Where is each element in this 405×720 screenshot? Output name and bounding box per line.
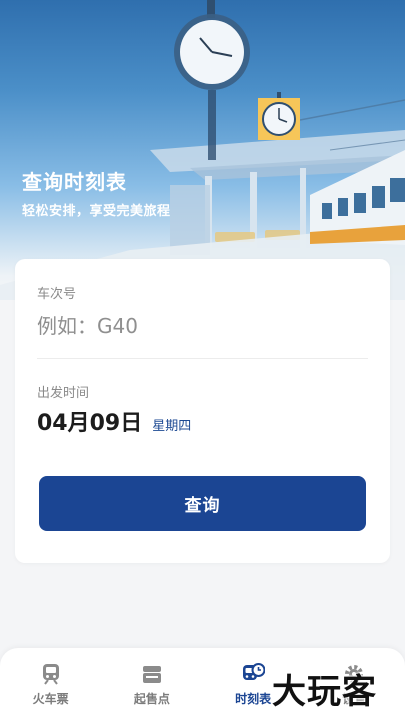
tab-settings[interactable]: 设置 [304,648,405,720]
page-subtitle: 轻松安排，享受完美旅程 [22,204,171,219]
train-number-input[interactable] [37,309,367,343]
weekday-label: 星期四 [152,419,192,434]
hero-banner: 查询时刻表 轻松安排，享受完美旅程 [0,0,405,300]
bottom-tab-bar: 火车票 起售点 时刻表 设置 [0,648,405,720]
train-number-label: 车次号 [37,287,77,302]
tab-label: 时刻表 [235,692,272,706]
tab-label: 起售点 [133,692,170,706]
ticket-icon [142,666,161,683]
train-clock-icon [243,663,266,680]
page-title: 查询时刻表 [22,170,127,194]
divider [37,358,368,359]
query-button[interactable]: 查询 [39,476,366,531]
train-station-illustration [0,0,405,300]
tab-timetable[interactable]: 时刻表 [203,648,304,720]
departure-date-value: 04月09日 [37,411,143,436]
tab-sale-points[interactable]: 起售点 [101,648,202,720]
tab-train-tickets[interactable]: 火车票 [0,648,101,720]
train-icon [42,664,59,685]
tab-label: 火车票 [32,692,69,706]
gear-icon [345,665,364,683]
departure-date-label: 出发时间 [37,386,90,401]
query-form-card: 车次号 出发时间 04月09日 星期四 查询 [15,259,390,563]
departure-date-picker[interactable]: 04月09日 星期四 [37,405,191,437]
tab-label: 设置 [342,692,367,706]
